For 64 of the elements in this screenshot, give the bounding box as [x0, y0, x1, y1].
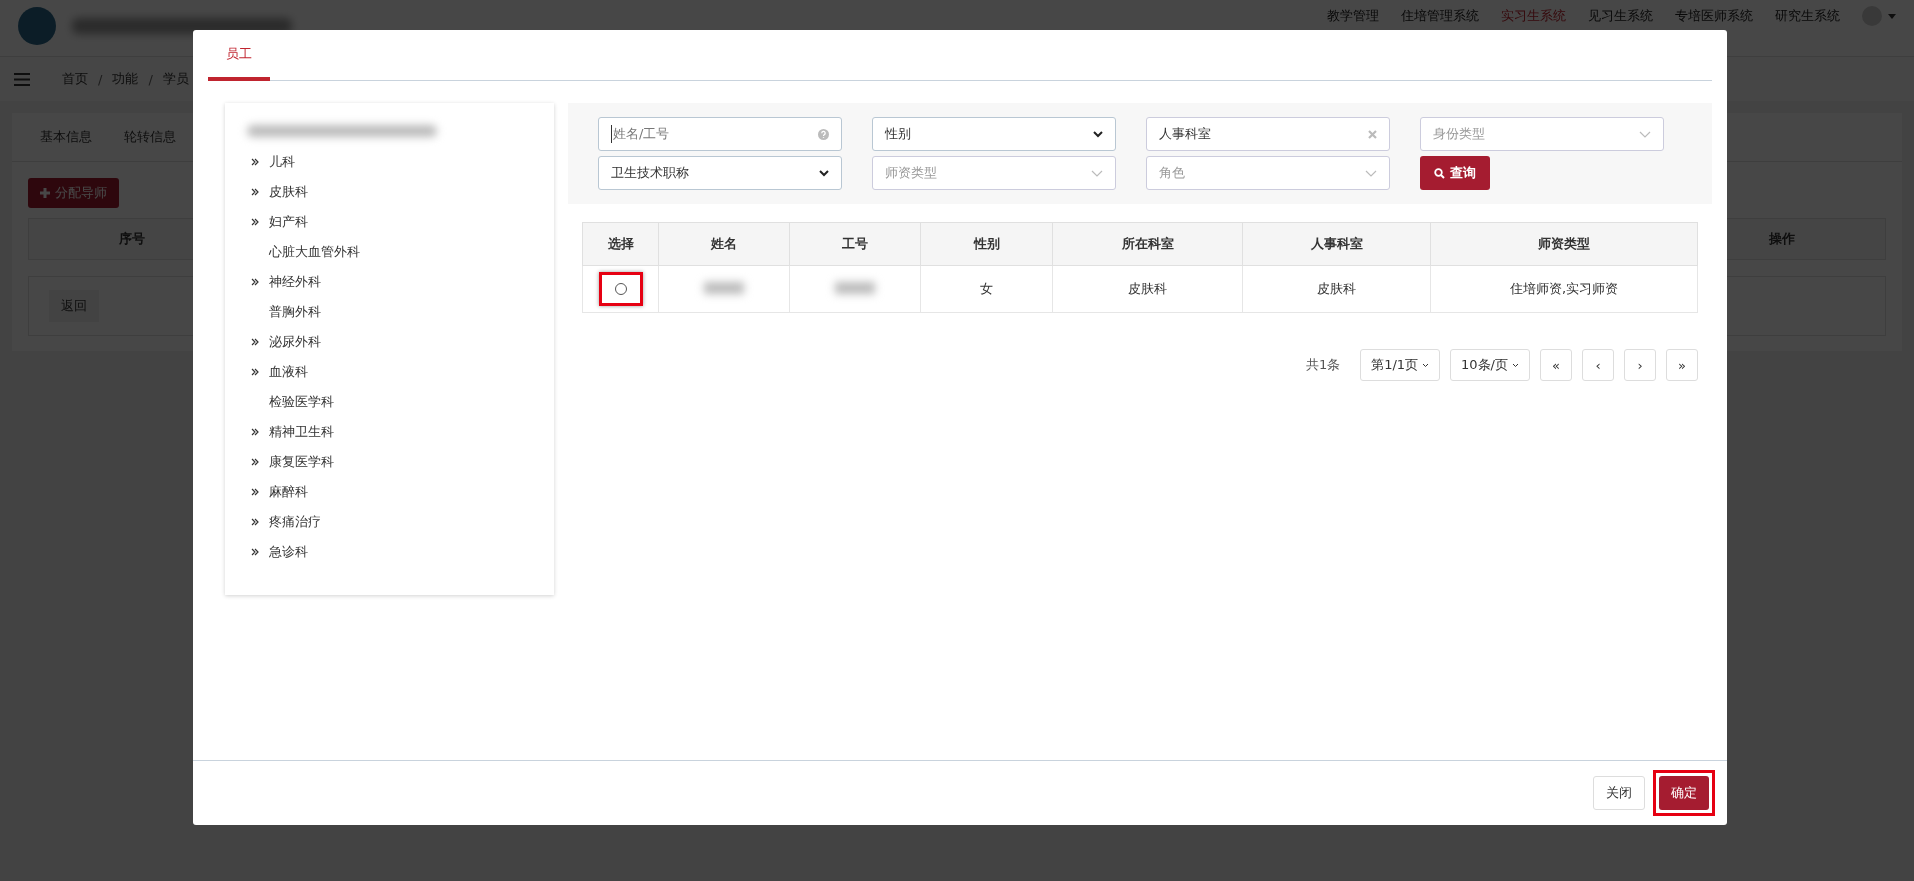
double-chevron-icon[interactable] — [251, 458, 259, 466]
tree-item[interactable]: 精神卫生科 — [269, 423, 334, 441]
column-header: 师资类型 — [1538, 236, 1590, 251]
breadcrumb-separator: / — [98, 71, 103, 87]
tree-item[interactable]: 麻醉科 — [269, 483, 308, 501]
column-header: 姓名 — [711, 236, 737, 251]
tree-item[interactable]: 儿科 — [269, 153, 295, 171]
table-cell: 住培师资,实习师资 — [1509, 281, 1619, 296]
table-cell: 皮肤科 — [1128, 281, 1167, 296]
help-icon — [818, 128, 829, 140]
search-field[interactable]: 姓名/工号 — [598, 117, 842, 151]
tree-item[interactable]: 检验医学科 — [269, 393, 334, 411]
table-cell: 皮肤科 — [1317, 281, 1356, 296]
tree-item[interactable]: 急诊科 — [269, 543, 308, 561]
confirm-button[interactable]: 确定 — [1659, 776, 1709, 810]
caret-icon — [819, 169, 829, 177]
dropdown-field[interactable]: 人事科室 — [1146, 117, 1390, 151]
dropdown-field[interactable]: 性别 — [872, 117, 1116, 151]
double-chevron-icon[interactable] — [251, 368, 259, 376]
search-icon — [1434, 167, 1445, 179]
tree-item[interactable]: 妇产科 — [269, 213, 308, 231]
tree-item[interactable]: 普胸外科 — [269, 303, 321, 321]
pagination-button[interactable]: ‹ — [1582, 349, 1614, 381]
column-header: 人事科室 — [1310, 236, 1363, 251]
double-chevron-icon[interactable] — [251, 518, 259, 526]
chevron-down-icon — [1091, 169, 1103, 177]
tab[interactable]: 员工 — [208, 45, 270, 81]
blurred-text — [704, 281, 744, 294]
column-header: 选择 — [607, 236, 634, 251]
column-header: 性别 — [973, 236, 1000, 251]
tree-item[interactable]: 心脏大血管外科 — [269, 243, 360, 261]
tree-item[interactable]: 神经外科 — [269, 273, 321, 291]
chevron-down-icon — [1365, 169, 1377, 177]
column-header: 工号 — [842, 236, 868, 251]
caret-icon — [1093, 130, 1103, 138]
chevron-down-icon — [1422, 362, 1430, 368]
page-dropdown[interactable]: 第1/1页 — [1360, 349, 1441, 381]
tree-item[interactable]: 泌尿外科 — [269, 333, 321, 351]
double-chevron-icon[interactable] — [251, 278, 259, 286]
double-chevron-icon[interactable] — [251, 158, 259, 166]
pagination-button[interactable]: « — [1540, 349, 1572, 381]
table-cell: 女 — [980, 281, 993, 296]
chevron-down-icon — [1512, 362, 1519, 368]
double-chevron-icon[interactable] — [251, 488, 259, 496]
double-chevron-icon[interactable] — [251, 428, 259, 436]
column-header: 所在科室 — [1121, 236, 1174, 251]
tree-item[interactable]: 疼痛治疗 — [269, 513, 321, 531]
chevron-down-icon — [1639, 130, 1651, 138]
double-chevron-icon[interactable] — [251, 188, 259, 196]
page-size-dropdown[interactable]: 10条/页 — [1450, 349, 1530, 381]
pagination-button[interactable]: › — [1624, 349, 1656, 381]
dropdown-field[interactable]: 卫生技术职称 — [598, 156, 842, 190]
double-chevron-icon[interactable] — [251, 338, 259, 346]
double-chevron-icon[interactable] — [251, 548, 259, 556]
tree-item[interactable]: 康复医学科 — [269, 453, 334, 471]
tree-item[interactable]: 皮肤科 — [269, 183, 308, 201]
total-count: 共1条 — [1305, 356, 1341, 374]
close-button[interactable]: 关闭 — [1593, 776, 1645, 810]
pagination-button[interactable]: » — [1666, 349, 1698, 381]
tree-item[interactable]: 血液科 — [269, 363, 308, 381]
breadcrumb-separator: / — [148, 71, 153, 87]
search-button[interactable]: 查询 — [1420, 156, 1490, 190]
blurred-text — [835, 281, 875, 294]
double-chevron-icon[interactable] — [251, 218, 259, 226]
